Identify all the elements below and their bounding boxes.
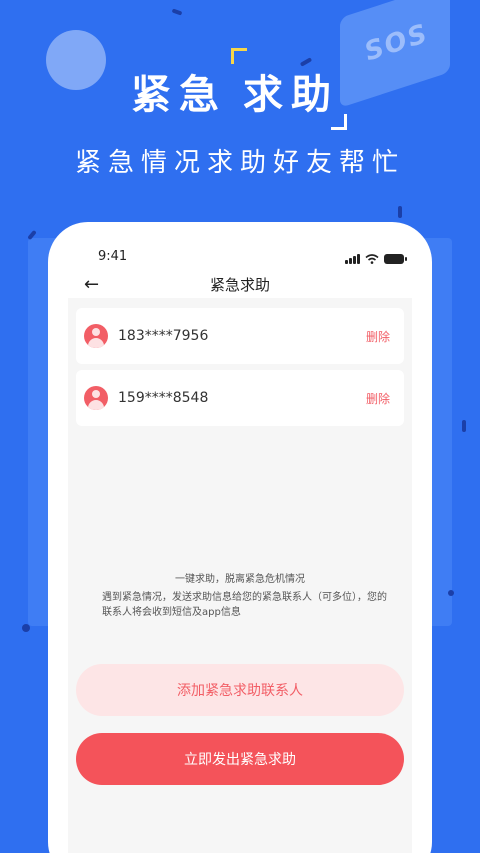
headline-part1: 紧急	[131, 72, 227, 118]
decorative-dash	[398, 206, 402, 218]
tip-headline: 一键求助，脱离紧急危机情况	[175, 574, 305, 585]
status-time: 9:41	[98, 249, 128, 264]
contact-item: 183****7956 删除	[76, 308, 404, 364]
page-title: 紧急求助	[209, 276, 270, 294]
headline-highlight: 求助	[231, 48, 349, 130]
wifi-icon	[365, 254, 379, 264]
add-contact-button[interactable]: 添加紧急求助联系人	[76, 664, 404, 716]
status-icons	[345, 254, 407, 264]
avatar-icon	[84, 386, 108, 410]
battery-icon	[384, 254, 407, 264]
delete-contact-button[interactable]: 删除	[366, 390, 390, 407]
nav-bar: ← 紧急求助	[48, 270, 432, 300]
avatar-icon	[84, 324, 108, 348]
bracket-corner-icon	[331, 114, 347, 130]
delete-contact-button[interactable]: 删除	[366, 328, 390, 345]
send-sos-button[interactable]: 立即发出紧急求助	[76, 733, 404, 785]
signal-icon	[345, 254, 360, 264]
decorative-dash	[462, 420, 466, 432]
status-bar: 9:41	[48, 222, 432, 270]
tip-description: 遇到紧急情况，发送求助信息给您的紧急联系人（可多位），您的联系人将会收到短信及a…	[102, 592, 387, 618]
contact-phone: 183****7956	[118, 328, 209, 344]
decorative-dash	[22, 624, 30, 632]
decorative-dash	[448, 590, 454, 596]
contact-phone: 159****8548	[118, 390, 209, 406]
promo-headline: 紧急 求助	[0, 48, 480, 130]
promo-subline: 紧急情况求助好友帮忙	[74, 148, 405, 178]
back-arrow-icon[interactable]: ←	[84, 270, 99, 300]
decorative-dash	[171, 8, 183, 16]
headline-part2: 求助	[243, 72, 339, 118]
bracket-corner-icon	[231, 48, 247, 64]
contact-item: 159****8548 删除	[76, 370, 404, 426]
